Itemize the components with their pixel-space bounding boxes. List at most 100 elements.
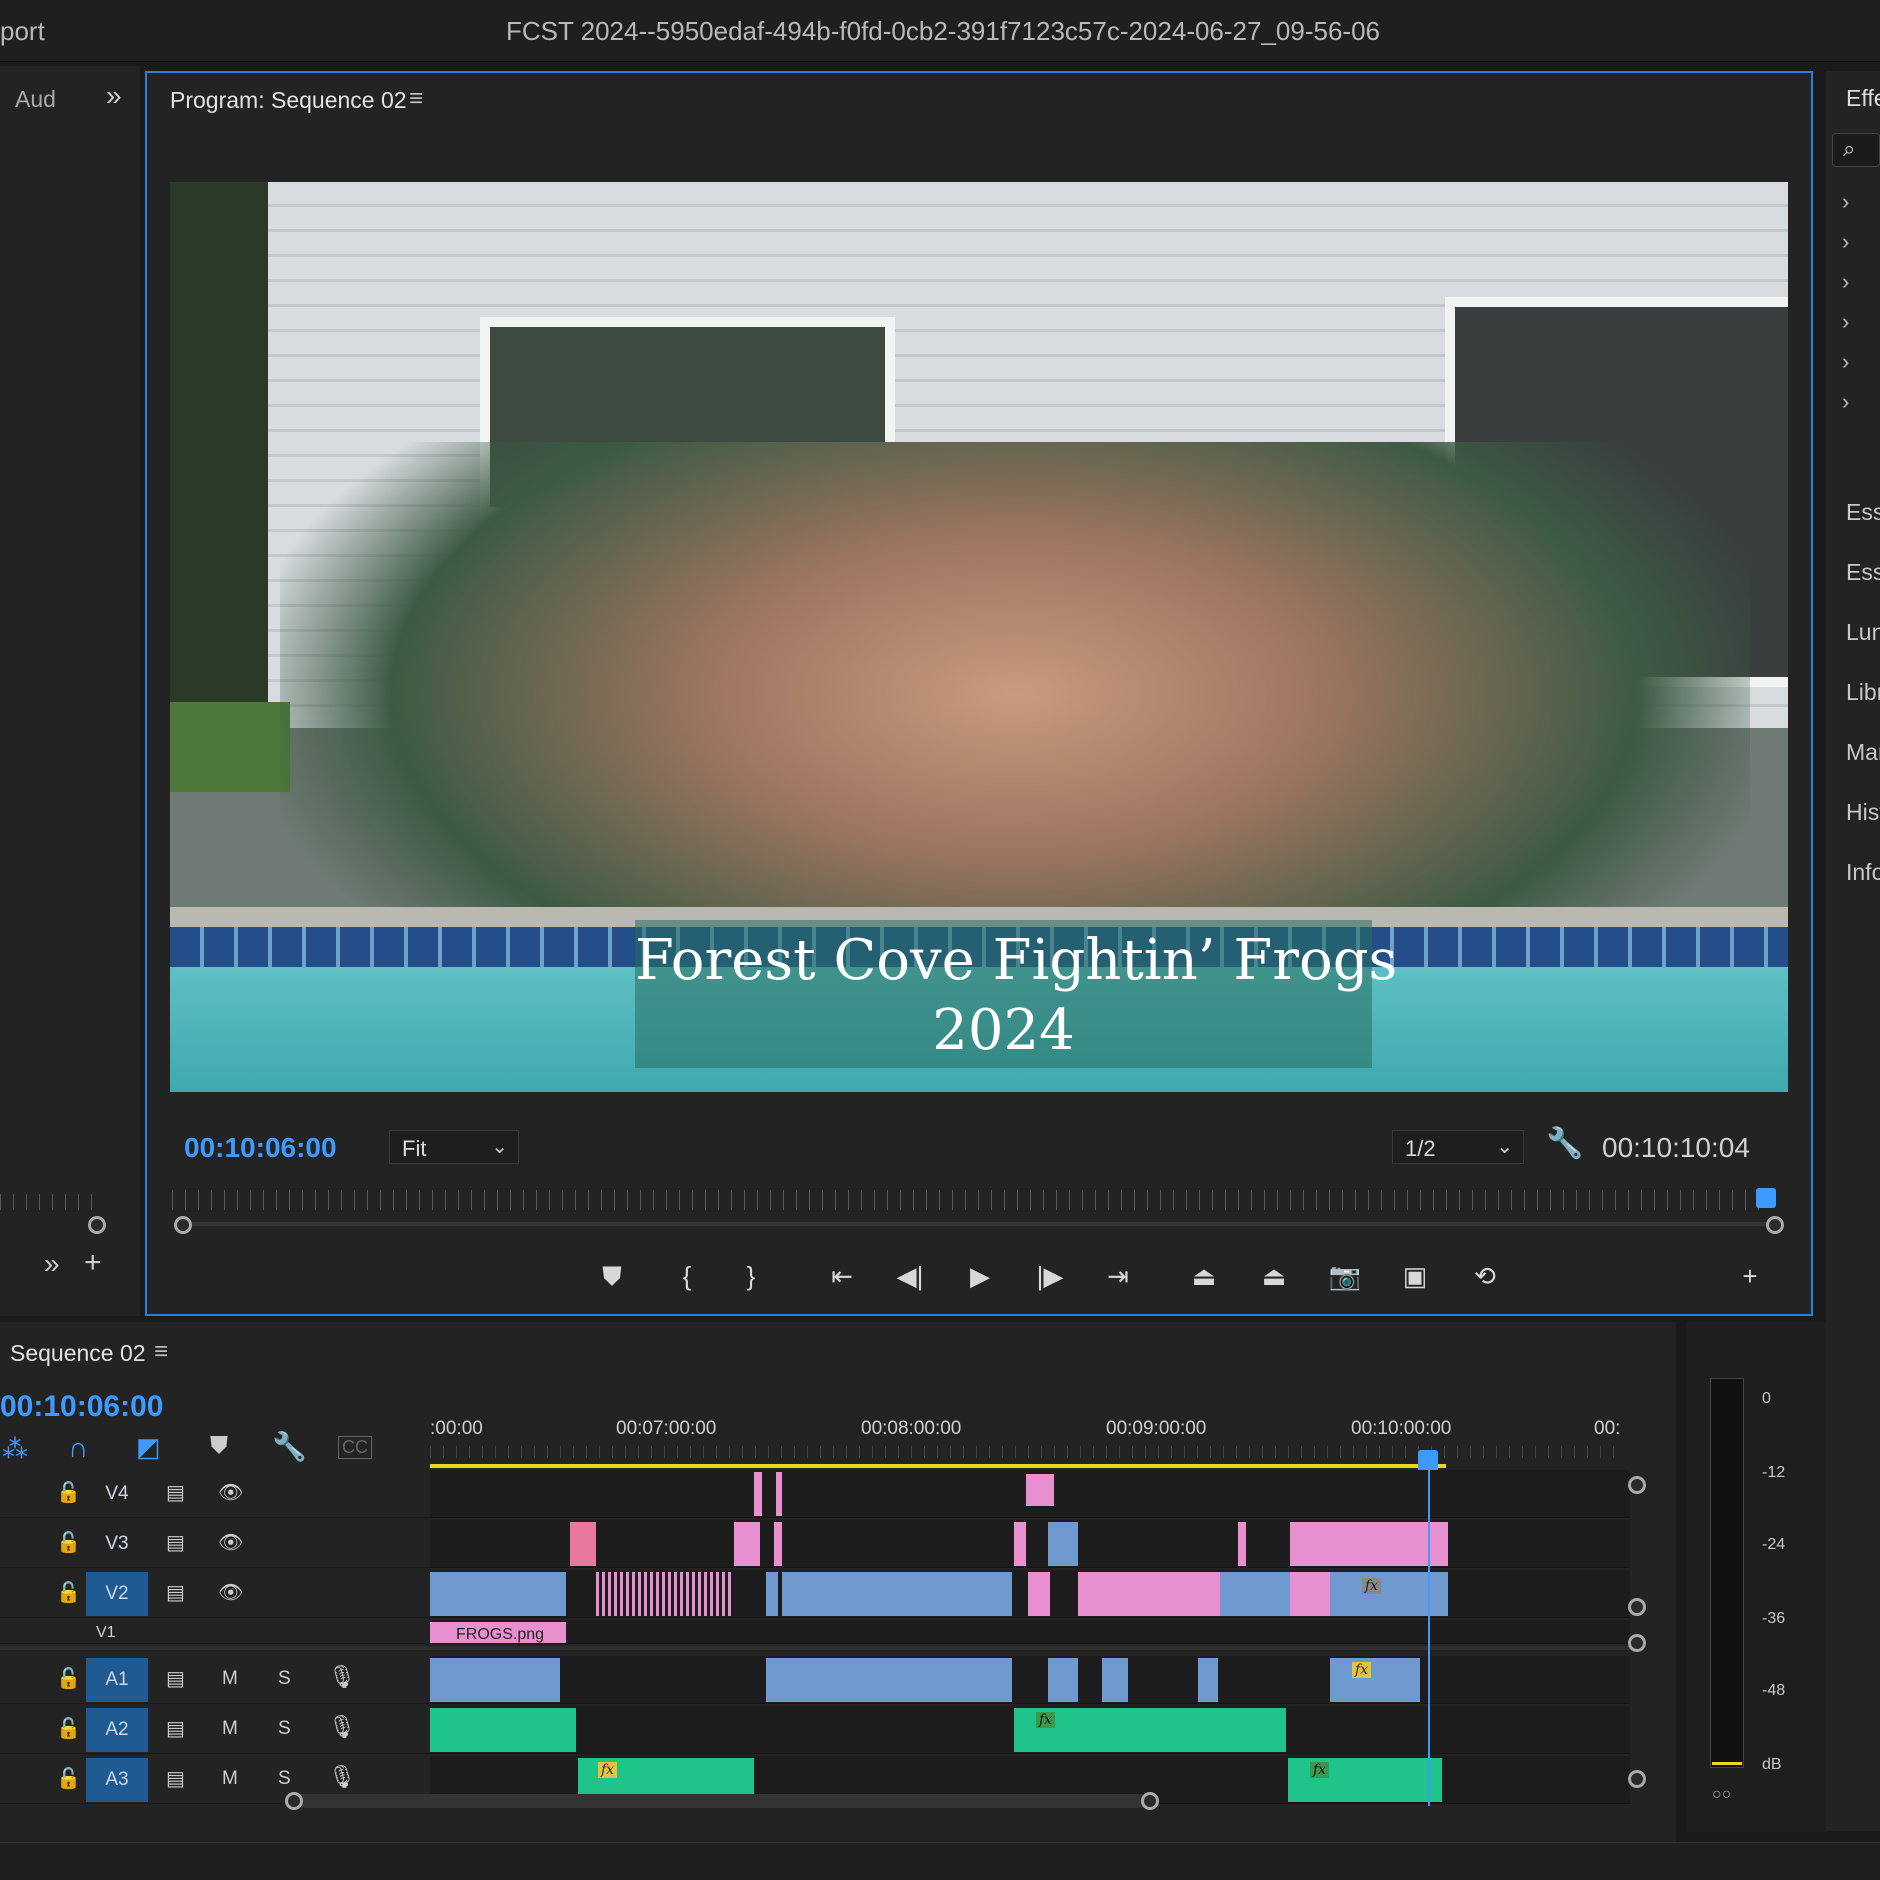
chevron-right-icon[interactable]: › <box>1842 389 1849 415</box>
horizontal-scroll-right-handle[interactable] <box>1141 1792 1159 1810</box>
panel-item[interactable]: Mar <box>1846 739 1880 766</box>
chevron-right-icon[interactable]: › <box>1842 189 1849 215</box>
panel-item[interactable]: Info <box>1846 859 1880 886</box>
clip[interactable] <box>766 1572 778 1616</box>
nest-icon[interactable]: ⁂ <box>2 1434 28 1465</box>
sync-lock-icon[interactable]: ▤ <box>166 1666 185 1691</box>
video-audio-divider[interactable] <box>0 1646 1640 1650</box>
extract-button[interactable]: ⏏ <box>1254 1256 1294 1296</box>
track-label-a1[interactable]: A1 <box>86 1658 148 1702</box>
clip[interactable] <box>1238 1522 1246 1566</box>
mark-out-button[interactable]: } <box>731 1256 771 1296</box>
linked-selection-icon[interactable]: ◩ <box>136 1432 161 1463</box>
effects-tab[interactable]: Effe <box>1846 85 1880 112</box>
audio-clip[interactable] <box>1102 1658 1128 1702</box>
vertical-scroll-handle[interactable] <box>1628 1476 1646 1494</box>
horizontal-scroll-left-handle[interactable] <box>285 1792 303 1810</box>
chevron-right-icon[interactable]: › <box>1842 349 1849 375</box>
lift-button[interactable]: ⏏ <box>1184 1256 1224 1296</box>
solo-button[interactable]: S <box>278 1768 291 1790</box>
chevron-right-icon[interactable]: › <box>1842 269 1849 295</box>
clip[interactable] <box>1290 1522 1448 1566</box>
lock-icon[interactable]: 🔓 <box>56 1530 81 1555</box>
eye-icon[interactable]: 👁 <box>218 1580 243 1605</box>
timeline-playhead-handle[interactable] <box>1418 1450 1438 1472</box>
playhead-timecode[interactable]: 00:10:06:00 <box>184 1132 337 1164</box>
program-playhead[interactable] <box>1756 1188 1776 1208</box>
work-area-bar[interactable] <box>430 1464 1446 1468</box>
effects-search-input[interactable]: ⌕ <box>1832 133 1880 167</box>
wrench-icon[interactable]: 🔧 <box>1546 1126 1583 1161</box>
sync-lock-icon[interactable]: ▤ <box>166 1530 185 1555</box>
track-label-a3[interactable]: A3 <box>86 1758 148 1802</box>
lock-icon[interactable]: 🔓 <box>56 1716 81 1741</box>
program-menu-icon[interactable]: ≡ <box>409 85 423 113</box>
clip[interactable] <box>782 1572 1012 1616</box>
sync-lock-icon[interactable]: ▤ <box>166 1716 185 1741</box>
fx-badge[interactable]: fx <box>1036 1712 1056 1728</box>
lock-icon[interactable]: 🔓 <box>56 1580 81 1605</box>
clip[interactable] <box>1220 1572 1290 1616</box>
vertical-scroll-handle[interactable] <box>1628 1598 1646 1616</box>
add-marker-button[interactable]: ⛊ <box>592 1256 632 1296</box>
clip[interactable] <box>1048 1522 1078 1566</box>
audio-clip[interactable] <box>430 1658 560 1702</box>
lock-icon[interactable]: 🔓 <box>56 1480 81 1505</box>
wrench-icon[interactable]: 🔧 <box>272 1430 307 1463</box>
sync-lock-icon[interactable]: ▤ <box>166 1480 185 1505</box>
vertical-scroll-handle[interactable] <box>1628 1770 1646 1788</box>
step-forward-button[interactable]: |▶ <box>1030 1256 1070 1296</box>
clip[interactable] <box>430 1572 566 1616</box>
audio-clip[interactable]: fx <box>1330 1658 1420 1702</box>
panel-overflow-icon[interactable]: » <box>106 80 122 112</box>
clip[interactable]: fx <box>1330 1572 1448 1616</box>
audio-clip[interactable] <box>1198 1658 1218 1702</box>
timeline-menu-icon[interactable]: ≡ <box>154 1338 168 1366</box>
solo-button[interactable]: S <box>278 1718 291 1740</box>
clip[interactable] <box>776 1472 782 1516</box>
toggle-proxies-button[interactable]: ⟲ <box>1465 1256 1505 1296</box>
program-scroll-left-handle[interactable] <box>174 1216 192 1234</box>
fx-badge[interactable]: fx <box>1310 1762 1330 1778</box>
panel-item[interactable]: Lun <box>1846 619 1880 646</box>
lock-icon[interactable]: 🔓 <box>56 1666 81 1691</box>
panel-item[interactable]: Ess <box>1846 559 1880 586</box>
left-overflow-icon[interactable]: » <box>44 1248 60 1280</box>
solo-indicators-icon[interactable]: ○○ <box>1712 1786 1731 1804</box>
sync-lock-icon[interactable]: ▤ <box>166 1766 185 1791</box>
fx-badge[interactable]: fx <box>1352 1662 1372 1678</box>
mute-button[interactable]: M <box>222 1768 238 1790</box>
zoom-dropdown[interactable]: Fit ⌄ <box>389 1130 519 1164</box>
left-zoom-handle[interactable] <box>88 1216 106 1234</box>
clip[interactable] <box>774 1522 782 1566</box>
sync-lock-icon[interactable]: ▤ <box>166 1580 185 1605</box>
eye-icon[interactable]: 👁 <box>218 1480 243 1505</box>
step-back-button[interactable]: ◀| <box>890 1256 930 1296</box>
program-ruler[interactable] <box>172 1190 1770 1210</box>
panel-item[interactable]: Hist <box>1846 799 1880 826</box>
track-label-a2[interactable]: A2 <box>86 1708 148 1752</box>
microphone-icon[interactable]: 🎙 <box>328 1664 356 1690</box>
solo-button[interactable]: S <box>278 1668 291 1690</box>
mute-button[interactable]: M <box>222 1718 238 1740</box>
resolution-dropdown[interactable]: 1/2 ⌄ <box>1392 1130 1524 1164</box>
export-frame-button[interactable]: 📷 <box>1325 1256 1365 1296</box>
chevron-right-icon[interactable]: › <box>1842 229 1849 255</box>
audio-clip[interactable]: fx <box>1288 1758 1442 1802</box>
mark-in-button[interactable]: { <box>667 1256 707 1296</box>
microphone-icon[interactable]: 🎙 <box>328 1714 356 1740</box>
timeline-timecode[interactable]: 00:10:06:00 <box>0 1390 163 1424</box>
horizontal-scrollbar[interactable] <box>290 1794 1150 1808</box>
audio-clip[interactable] <box>766 1658 1012 1702</box>
fx-badge[interactable]: fx <box>1362 1578 1382 1594</box>
comparison-view-button[interactable]: ▣ <box>1395 1256 1435 1296</box>
marker-icon[interactable]: ⛊ <box>210 1432 228 1460</box>
clip[interactable] <box>1026 1474 1054 1506</box>
audio-clip[interactable] <box>430 1708 576 1752</box>
go-to-out-button[interactable]: ⇥ <box>1098 1256 1138 1296</box>
clip[interactable] <box>1290 1572 1330 1616</box>
program-scroll-right-handle[interactable] <box>1766 1216 1784 1234</box>
track-label-v4[interactable]: V4 <box>86 1472 148 1516</box>
track-label-v2[interactable]: V2 <box>86 1572 148 1616</box>
fx-badge[interactable]: fx <box>598 1762 618 1778</box>
